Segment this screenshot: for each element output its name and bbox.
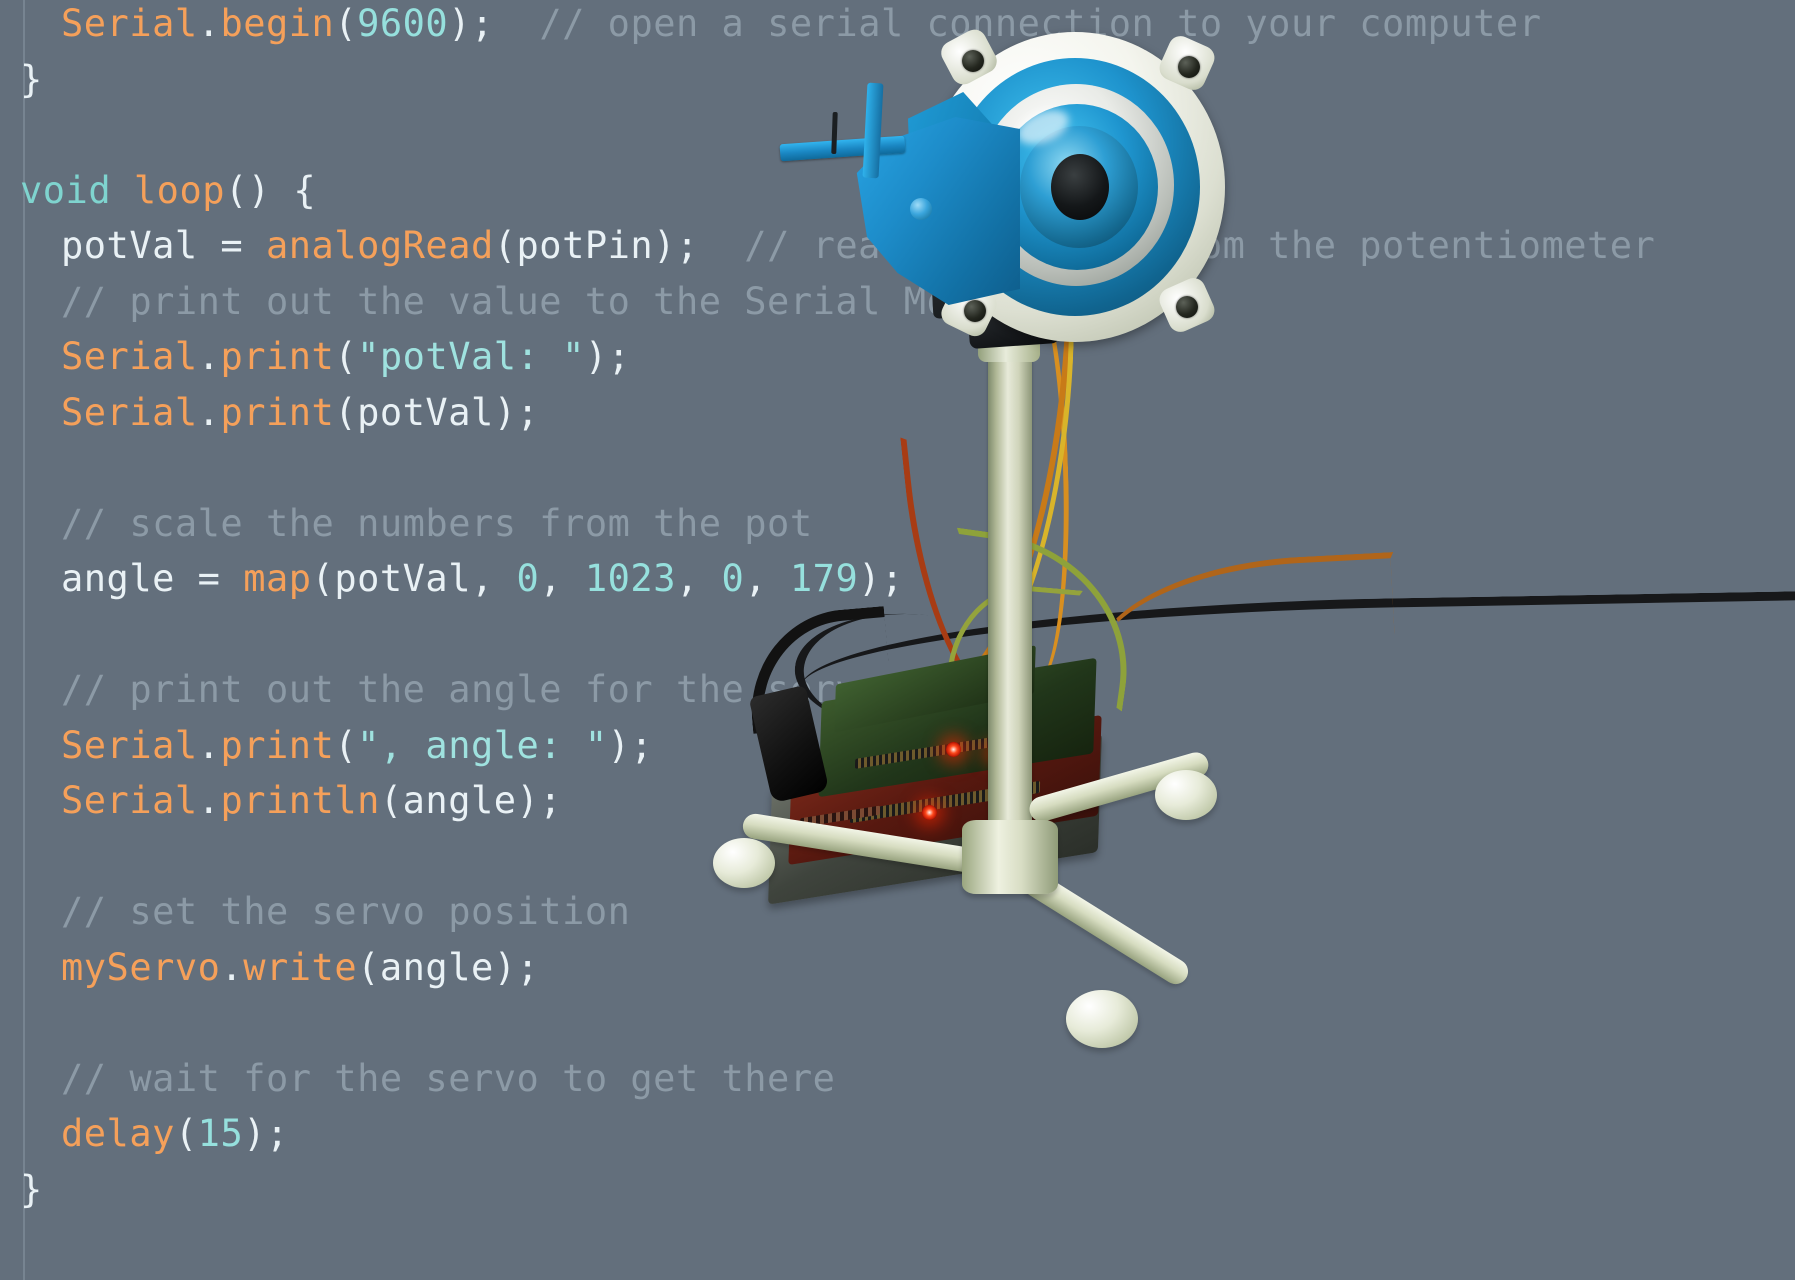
- code-token-plain: .: [197, 779, 221, 822]
- code-token-fn: print: [220, 723, 335, 767]
- code-token-plain: );: [584, 335, 631, 378]
- code-token-plain: (): [225, 168, 294, 212]
- code-token-plain: (angle);: [357, 945, 540, 989]
- tripod-foot-left: [713, 838, 775, 888]
- eye-pupil: [1051, 154, 1109, 220]
- code-token-obj: Serial: [61, 335, 198, 378]
- board-led-1: [946, 742, 961, 757]
- code-line-text: myServo.write(angle);: [0, 940, 539, 996]
- code-token-plain: );: [448, 2, 494, 45]
- bezel-screw-bottom-right: [1176, 296, 1198, 318]
- code-token-str: "potVal: ": [357, 335, 585, 378]
- bracket-pivot-screw: [910, 198, 932, 220]
- code-token-brace: }: [20, 57, 43, 101]
- eye-head-assembly: [770, 20, 1225, 350]
- code-token-plain: (potVal,: [311, 557, 517, 600]
- code-token-plain: );: [243, 1112, 289, 1155]
- tripod-foot-front: [1066, 990, 1138, 1048]
- code-token-plain: (potPin);: [493, 224, 699, 267]
- code-line-text: }: [0, 52, 43, 108]
- code-line-text: }: [0, 1162, 43, 1218]
- code-line-text: Serial.print(potVal);: [0, 385, 539, 441]
- code-token-obj: myServo: [61, 945, 221, 989]
- code-token-fn: analogRead: [265, 224, 494, 267]
- code-token-plain: .: [197, 2, 221, 45]
- code-line-text: Serial.print("potVal: ");: [0, 329, 630, 385]
- code-token-plain: .: [197, 390, 221, 434]
- code-token-cmt: // set the servo position: [61, 890, 631, 933]
- code-token-plain: (: [174, 1112, 198, 1155]
- code-line-text: // set the servo position: [0, 884, 630, 940]
- code-token-plain: (: [334, 335, 358, 378]
- code-token-num: 9600: [357, 2, 449, 45]
- code-token-brace: }: [20, 1167, 43, 1211]
- code-token-plain: (: [334, 723, 358, 767]
- code-token-fn: map: [243, 557, 312, 600]
- servo-wire-loop: [1087, 552, 1399, 667]
- tripod-foot-right: [1155, 770, 1217, 820]
- code-token-plain: angle =: [61, 557, 244, 600]
- bezel-screw-bottom-left: [964, 300, 986, 322]
- code-token-plain: (angle);: [379, 779, 563, 822]
- stand-column: [988, 345, 1032, 850]
- bezel-screw-top-right: [1178, 56, 1200, 78]
- code-token-fn: write: [243, 945, 358, 989]
- code-line-text: Serial.print(", angle: ");: [0, 718, 653, 774]
- code-line-text: // scale the numbers from the pot: [0, 496, 813, 552]
- robotic-eye-photo: [700, 0, 1795, 1268]
- code-token-plain: (potVal);: [334, 390, 540, 434]
- code-token-plain: .: [220, 945, 244, 989]
- code-token-str: ", angle: ": [357, 723, 608, 767]
- code-token-obj: Serial: [61, 779, 198, 822]
- board-led-2: [922, 805, 937, 820]
- code-token-fn: begin: [220, 2, 335, 45]
- code-token-fn: print: [220, 390, 335, 434]
- code-line-text: void loop() {: [0, 163, 316, 219]
- code-token-plain: potVal =: [61, 224, 266, 267]
- code-token-num: 1023: [584, 557, 676, 600]
- code-token-plain: ,: [539, 557, 585, 600]
- code-token-obj: Serial: [61, 2, 198, 45]
- code-token-plain: .: [197, 723, 221, 767]
- code-token-fn: delay: [61, 1112, 175, 1155]
- screenshot-stage: Serial.begin(9600); // open a serial con…: [0, 0, 1795, 1280]
- code-token-plain: (: [334, 2, 358, 45]
- code-token-fn: print: [220, 335, 335, 378]
- code-token-fn: loop: [133, 168, 225, 212]
- code-line-text: delay(15);: [0, 1106, 289, 1162]
- code-token-kw: void: [20, 168, 112, 212]
- code-token-plain: .: [197, 335, 221, 378]
- code-token-obj: Serial: [61, 390, 198, 434]
- code-token-brace: {: [293, 168, 317, 212]
- code-token-plain: );: [607, 723, 654, 767]
- code-line-text: Serial.println(angle);: [0, 773, 562, 829]
- code-token-num: 0: [516, 557, 540, 600]
- code-token-num: 15: [197, 1112, 244, 1155]
- tripod-hub: [962, 820, 1058, 894]
- bezel-screw-top-left: [962, 50, 984, 72]
- code-token-obj: Serial: [61, 723, 198, 767]
- code-token-fn: println: [220, 779, 380, 822]
